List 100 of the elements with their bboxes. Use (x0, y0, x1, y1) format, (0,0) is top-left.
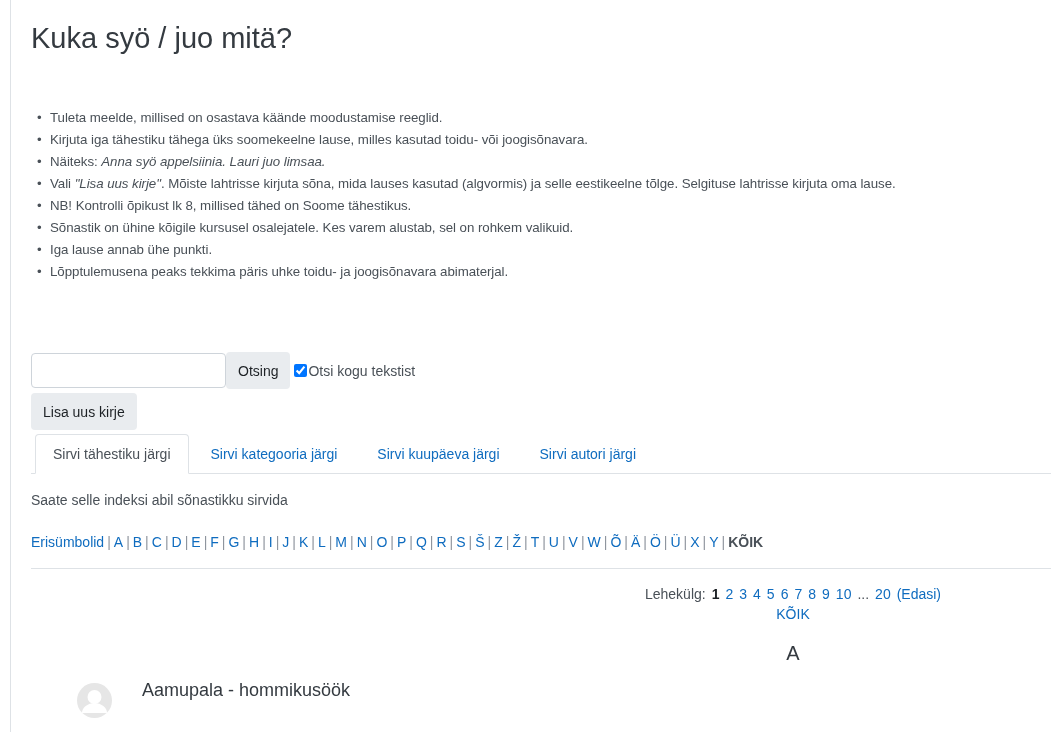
page-link[interactable]: 9 (822, 586, 830, 602)
letter-link[interactable]: KÕIK (728, 534, 764, 550)
letter-link[interactable]: V (568, 534, 578, 550)
page-link[interactable]: 7 (794, 586, 803, 602)
search-button[interactable]: Otsing (226, 352, 291, 389)
add-entry-button[interactable]: Lisa uus kirje (31, 393, 137, 430)
separator: | (505, 534, 510, 550)
letter-link[interactable]: I (268, 534, 273, 550)
letter-link[interactable]: Š (475, 534, 485, 550)
separator: | (145, 534, 149, 550)
letter-link[interactable]: K (298, 534, 309, 550)
instruction-item: NB! Kontrolli õpikust lk 8, millised tähed on Soome tähestikus. (50, 197, 412, 215)
page-link[interactable]: 5 (766, 586, 775, 602)
letter-link[interactable]: Ž (512, 534, 521, 550)
avatar-icon (77, 683, 112, 718)
separator: | (409, 534, 413, 550)
letter-link[interactable]: N (356, 534, 367, 550)
separator: | (487, 534, 492, 550)
separator: | (580, 534, 585, 550)
letter-link[interactable]: Q (415, 534, 427, 550)
instruction-item: Vali "Lisa uus kirje". Mõiste lahtrisse kirjuta sõna, mida lauses kasutad (algvormis) ja selle eestikeelne tõlge. Selgituse lahtrisse kirjuta oma lause. (50, 175, 896, 193)
section-letter: A (786, 642, 800, 665)
bullet: • (37, 241, 43, 259)
letter-link[interactable]: U (548, 534, 559, 550)
instruction-item: Sõnastik on ühine kõigile kursusel osalejatele. Kes varem alustab, sel on rohkem valikuid. (50, 219, 574, 237)
letter-link[interactable]: L (317, 534, 326, 550)
letter-link[interactable]: F (210, 534, 219, 550)
letter-link[interactable]: Erisümbolid (31, 534, 105, 550)
separator: | (683, 534, 688, 550)
bullet: • (37, 197, 43, 215)
letter-link[interactable]: X (690, 534, 700, 550)
page-ellipsis: ... (857, 586, 870, 602)
letter-link[interactable]: H (249, 534, 260, 550)
page-link[interactable]: 6 (780, 586, 789, 602)
letter-link[interactable]: C (151, 534, 162, 550)
letter-link[interactable]: P (396, 534, 407, 550)
separator: | (524, 534, 528, 550)
separator: | (603, 534, 608, 550)
separator: | (561, 534, 566, 550)
pager-label: Lehekülg: (644, 586, 706, 602)
letter-link[interactable]: T (530, 534, 540, 550)
page-link[interactable]: 10 (835, 586, 852, 602)
letter-link[interactable]: Ä (630, 534, 641, 550)
letter-link[interactable]: S (456, 534, 466, 550)
browse-tab[interactable]: Sirvi kategooria järgi (192, 434, 356, 474)
separator: | (262, 534, 266, 550)
separator: | (221, 534, 226, 550)
letter-link[interactable]: Õ (610, 534, 622, 550)
letter-link[interactable]: E (191, 534, 201, 550)
separator: | (164, 534, 169, 550)
browse-tab[interactable]: Sirvi autori järgi (521, 434, 654, 474)
search-field[interactable] (31, 353, 226, 388)
instruction-item: Näiteks: Anna syö appelsiinia. Lauri juo limsaa. (50, 153, 326, 171)
separator: | (624, 534, 628, 550)
bullet: • (37, 109, 43, 127)
page-link[interactable]: 3 (739, 586, 748, 602)
separator: | (328, 534, 333, 550)
letter-link[interactable]: W (587, 534, 601, 550)
separator: | (126, 534, 130, 550)
letter-link[interactable]: O (376, 534, 388, 550)
page-link[interactable]: 1 (711, 586, 720, 602)
bullet: • (37, 175, 43, 193)
separator: | (311, 534, 315, 550)
separator: | (184, 534, 189, 550)
instruction-item: Tuleta meelde, millised on osastava käände moodustamise reeglid. (50, 109, 443, 127)
index-hint: Saate selle indeksi abil sõnastikku sirvida (31, 492, 289, 508)
page-link[interactable]: 20 (875, 586, 891, 602)
separator: | (275, 534, 280, 550)
separator: | (429, 534, 434, 550)
separator: | (390, 534, 394, 550)
letter-link[interactable]: M (335, 534, 348, 550)
separator: | (203, 534, 208, 550)
bullet: • (37, 131, 43, 149)
separator: | (702, 534, 707, 550)
page-link[interactable]: 8 (808, 586, 817, 602)
page-link[interactable]: 4 (753, 586, 761, 602)
browse-tab[interactable]: Sirvi tähestiku järgi (35, 434, 189, 474)
letter-link[interactable]: Y (709, 534, 719, 550)
bullet: • (37, 263, 43, 281)
separator: | (369, 534, 374, 550)
separator: | (663, 534, 668, 550)
separator: | (542, 534, 546, 550)
next-page-link[interactable]: (Edasi) (896, 586, 942, 602)
letter-link[interactable]: Ö (649, 534, 661, 550)
letter-link[interactable]: J (282, 534, 290, 550)
separator: | (643, 534, 647, 550)
letter-link[interactable]: G (228, 534, 240, 550)
letter-link[interactable]: Ü (670, 534, 681, 550)
all-pages-link[interactable]: KÕIK (776, 606, 810, 622)
fulltext-checkbox[interactable] (294, 364, 308, 377)
page-link[interactable]: 2 (725, 586, 734, 602)
letter-link[interactable]: D (171, 534, 182, 550)
letter-link[interactable]: B (132, 534, 143, 550)
letter-link[interactable]: A (113, 534, 124, 550)
instruction-item: Lõpptulemusena peaks tekkima päris uhke toidu- ja joogisõnavara abimaterjal. (50, 263, 509, 281)
instruction-item: Kirjuta iga tähestiku tähega üks soomekeelne lause, milles kasutad toidu- või joogisõnavara. (50, 131, 588, 149)
browse-tab[interactable]: Sirvi kuupäeva järgi (359, 434, 518, 474)
letter-link[interactable]: Z (494, 534, 503, 550)
letter-link[interactable]: R (436, 534, 447, 550)
separator: | (721, 534, 726, 550)
